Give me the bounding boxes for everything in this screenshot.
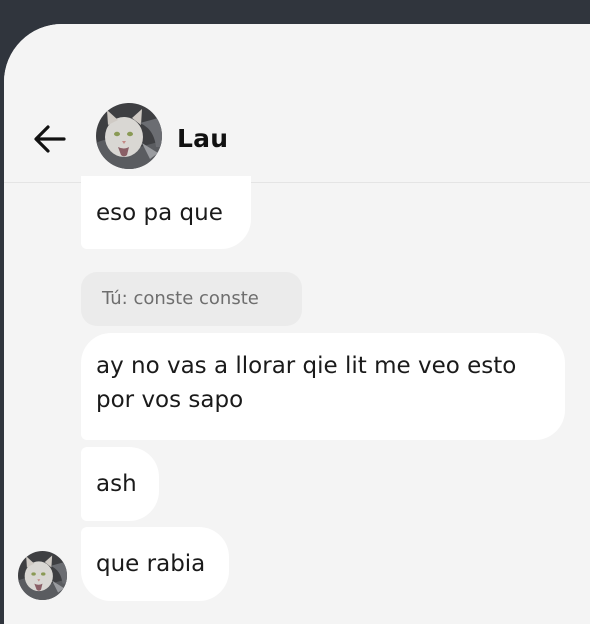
message-text-line: ay no vas a llorar qie lit me veo esto bbox=[96, 353, 517, 379]
message-text-line: por vos sapo bbox=[96, 387, 244, 413]
cat-avatar-image bbox=[18, 551, 67, 600]
message-bubble[interactable]: que rabia bbox=[81, 527, 229, 601]
message-bubble[interactable]: eso pa que bbox=[81, 176, 251, 249]
message-bubble[interactable]: ash bbox=[81, 447, 159, 521]
message-text: eso pa que bbox=[96, 200, 223, 226]
reply-context: Tú: conste conste bbox=[81, 272, 302, 326]
arrow-left-icon bbox=[34, 125, 66, 153]
cat-avatar-image bbox=[96, 103, 162, 169]
contact-avatar[interactable] bbox=[96, 103, 162, 169]
message-text: ash bbox=[96, 471, 137, 497]
contact-name[interactable]: Lau bbox=[177, 124, 228, 153]
back-button[interactable] bbox=[30, 118, 72, 160]
message-bubble[interactable]: ay no vas a llorar qie lit me veo esto p… bbox=[81, 333, 565, 440]
sender-avatar[interactable] bbox=[18, 551, 67, 600]
message-text: que rabia bbox=[96, 551, 206, 577]
chat-header: Lau bbox=[4, 24, 590, 183]
chat-screen: Lau eso pa que Tú: conste conste ay no v… bbox=[4, 24, 590, 624]
